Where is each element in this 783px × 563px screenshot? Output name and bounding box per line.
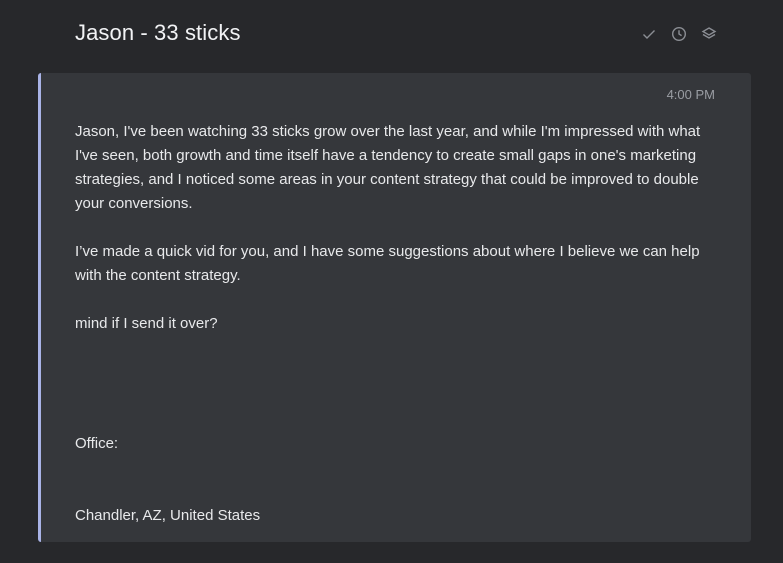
message-body: Jason, I've been watching 33 sticks grow… (75, 120, 715, 528)
message-card[interactable]: 4:00 PM Jason, I've been watching 33 sti… (38, 73, 751, 542)
message-paragraph: Jason, I've been watching 33 sticks grow… (75, 123, 701, 212)
mark-done-button[interactable] (641, 26, 657, 42)
conversation-header: Jason - 33 sticks (0, 0, 783, 70)
header-actions (641, 26, 717, 42)
message-paragraph: I’ve made a quick vid for you, and I hav… (75, 243, 700, 284)
check-icon (643, 30, 655, 39)
layers-icon (701, 27, 717, 39)
layers-button[interactable] (701, 26, 717, 42)
snooze-button[interactable] (671, 26, 687, 42)
signature-location: Chandler, AZ, United States (75, 507, 261, 524)
signature-office-label: Office: (75, 435, 119, 452)
message-timestamp: 4:00 PM (666, 87, 715, 102)
conversation-title: Jason - 33 sticks (75, 20, 241, 45)
message-paragraph: mind if I send it over? (75, 315, 218, 332)
clock-icon (671, 26, 687, 42)
